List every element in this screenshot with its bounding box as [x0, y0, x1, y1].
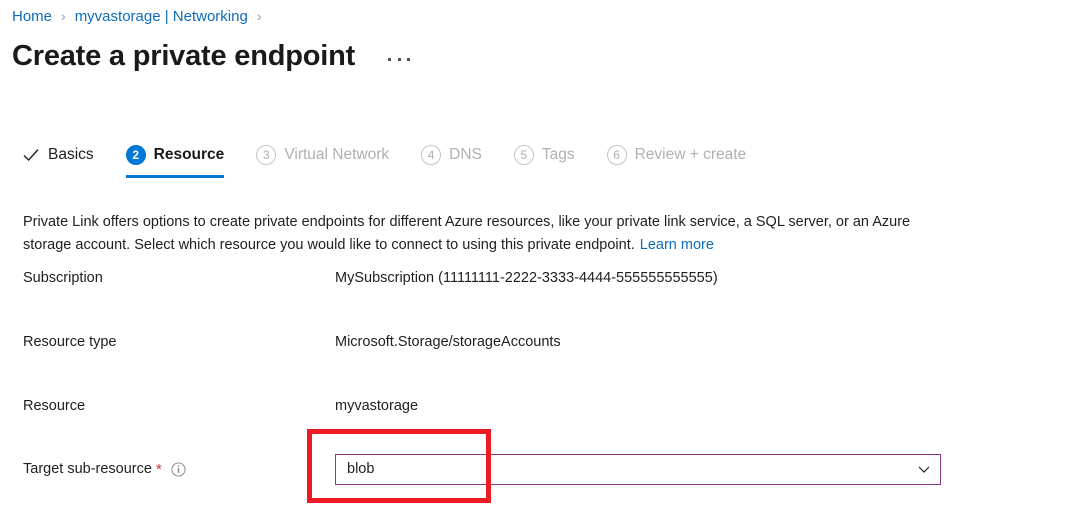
tab-resource[interactable]: 2 Resource: [126, 140, 225, 170]
resource-type-value: Microsoft.Storage/storageAccounts: [335, 334, 561, 350]
target-sub-resource-value: blob: [347, 461, 917, 477]
tab-label: Virtual Network: [284, 140, 389, 170]
tab-label: Resource: [154, 140, 225, 170]
wizard-tabs: Basics 2 Resource 3 Virtual Network 4 DN…: [22, 140, 778, 178]
tab-dns[interactable]: 4 DNS: [421, 140, 482, 170]
subscription-value: MySubscription (11111111-2222-3333-4444-…: [335, 270, 718, 286]
target-sub-resource-dropdown[interactable]: blob: [335, 454, 941, 485]
description-body: Private Link offers options to create pr…: [23, 214, 910, 253]
tab-basics[interactable]: Basics: [22, 140, 94, 170]
breadcrumb-separator-icon: ›: [61, 9, 66, 23]
breadcrumb-separator-icon: ›: [257, 9, 262, 23]
step-badge: 5: [514, 145, 534, 165]
page-title: Create a private endpoint: [12, 36, 355, 76]
form-row-target-sub-resource: Target sub-resource * blob: [23, 454, 1088, 484]
subscription-label: Subscription: [23, 270, 335, 286]
tab-label: Review + create: [635, 140, 747, 170]
tab-label: Tags: [542, 140, 575, 170]
breadcrumb: Home › myvastorage | Networking ›: [12, 5, 271, 27]
learn-more-link[interactable]: Learn more: [640, 237, 714, 253]
form-row-resource: Resource myvastorage: [23, 391, 1088, 421]
more-options-icon[interactable]: [388, 50, 410, 68]
step-badge: 4: [421, 145, 441, 165]
tab-virtual-network[interactable]: 3 Virtual Network: [256, 140, 389, 170]
resource-type-label: Resource type: [23, 334, 335, 350]
tab-review-create[interactable]: 6 Review + create: [607, 140, 747, 170]
description-text: Private Link offers options to create pr…: [23, 211, 953, 257]
tab-label: DNS: [449, 140, 482, 170]
ellipsis-dot: [407, 58, 410, 61]
tab-tags[interactable]: 5 Tags: [514, 140, 575, 170]
ellipsis-dot: [398, 58, 401, 61]
breadcrumb-item-home[interactable]: Home: [12, 8, 52, 25]
chevron-down-icon: [917, 462, 931, 476]
breadcrumb-item-myvastorage-networking[interactable]: myvastorage | Networking: [75, 8, 248, 25]
step-badge: 3: [256, 145, 276, 165]
tab-label: Basics: [48, 140, 94, 170]
required-asterisk: *: [156, 462, 162, 477]
active-tab-underline: [126, 175, 225, 178]
step-badge: 6: [607, 145, 627, 165]
form-row-resource-type: Resource type Microsoft.Storage/storageA…: [23, 327, 1088, 357]
step-badge: 2: [126, 145, 146, 165]
form-row-subscription: Subscription MySubscription (11111111-22…: [23, 263, 1088, 293]
target-sub-resource-label-text: Target sub-resource: [23, 461, 152, 477]
resource-value: myvastorage: [335, 398, 418, 414]
check-icon: [22, 146, 40, 164]
info-icon[interactable]: [171, 462, 186, 477]
target-sub-resource-label: Target sub-resource *: [23, 461, 335, 477]
resource-label: Resource: [23, 398, 335, 414]
ellipsis-dot: [388, 58, 391, 61]
